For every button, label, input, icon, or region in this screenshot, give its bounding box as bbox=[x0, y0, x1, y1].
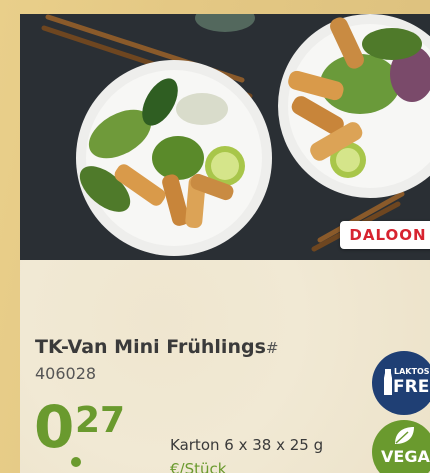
brand-logo-text: DALOON bbox=[349, 226, 427, 244]
price-unit: €/Stück bbox=[170, 460, 227, 473]
package-info: Karton 6 x 38 x 25 g bbox=[170, 436, 324, 454]
lactose-free-badge: LAKTOSE FREI bbox=[372, 351, 430, 415]
product-info: TK-Van Mini Frühlings# 406028 0 27 Karto… bbox=[20, 260, 430, 473]
product-photo: DALOON bbox=[20, 14, 430, 260]
lactose-badge-small: LAKTOSE bbox=[394, 367, 430, 376]
brand-logo: DALOON bbox=[340, 221, 430, 249]
price-cents: 27 bbox=[75, 400, 126, 441]
product-name[interactable]: TK-Van Mini Frühlings# bbox=[35, 336, 278, 358]
vegan-badge: VEGAN bbox=[372, 420, 430, 473]
vegan-badge-text: VEGAN bbox=[381, 447, 430, 466]
article-number: 406028 bbox=[35, 364, 97, 383]
price: 0 27 bbox=[34, 393, 125, 467]
price-dot bbox=[71, 457, 81, 467]
milk-bottle-icon bbox=[384, 369, 392, 395]
price-euro: 0 bbox=[34, 393, 74, 461]
lactose-badge-big: FREI bbox=[393, 377, 430, 397]
product-name-suffix: # bbox=[265, 339, 279, 357]
product-name-text: TK-Van Mini Frühlings bbox=[35, 336, 266, 358]
product-card[interactable]: DALOON TK-Van Mini Frühlings# 406028 0 2… bbox=[20, 14, 430, 473]
leaf-icon bbox=[395, 427, 414, 444]
